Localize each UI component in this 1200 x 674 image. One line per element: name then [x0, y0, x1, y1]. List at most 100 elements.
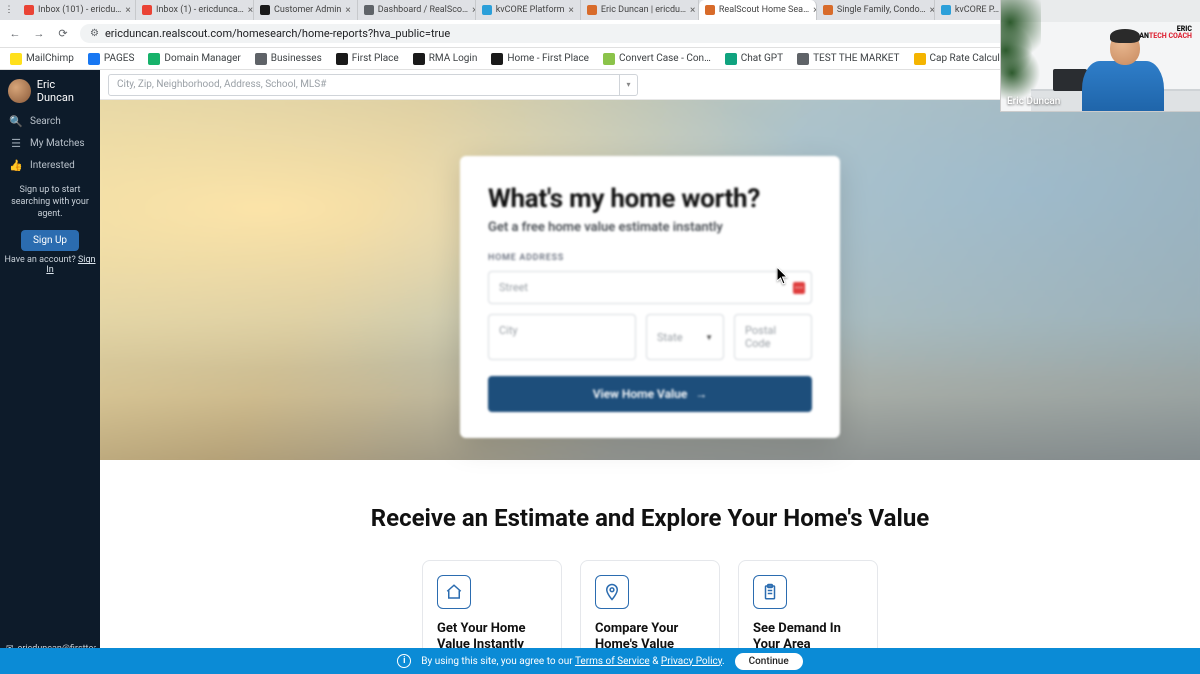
view-home-value-button[interactable]: View Home Value →	[488, 376, 812, 412]
sidebar-item-label: My Matches	[30, 138, 85, 149]
close-tab-icon[interactable]: ×	[690, 5, 695, 16]
forward-button[interactable]: →	[32, 27, 46, 40]
tab-label: Customer Admin	[274, 5, 341, 15]
tab-label: kvCORE Platform	[496, 5, 565, 15]
site-settings-icon[interactable]: ⚙	[90, 28, 99, 39]
property-search-input[interactable]: City, Zip, Neighborhood, Address, School…	[108, 74, 638, 96]
bookmark-label: PAGES	[104, 53, 135, 64]
bookmark-favicon	[336, 53, 348, 65]
postal-code-input[interactable]: Postal Code	[734, 314, 812, 360]
info-icon: i	[397, 654, 411, 668]
street-input[interactable]: Street ⋯	[488, 271, 812, 304]
sidebar-agent[interactable]: Eric Duncan	[0, 70, 100, 110]
search-placeholder: City, Zip, Neighborhood, Address, School…	[117, 79, 326, 90]
bookmark-label: First Place	[352, 53, 399, 64]
close-tab-icon[interactable]: ×	[248, 5, 253, 16]
tab-favicon	[364, 5, 374, 15]
state-placeholder: State	[657, 331, 683, 344]
thumbs-up-icon: 👍	[10, 159, 22, 171]
bookmark-item[interactable]: TEST THE MARKET	[797, 53, 899, 65]
bookmark-favicon	[914, 53, 926, 65]
browser-tab[interactable]: kvCORE Platform ×	[476, 0, 581, 20]
home-icon	[437, 575, 471, 609]
bookmark-item[interactable]: MailChimp	[10, 53, 74, 65]
bookmark-item[interactable]: Convert Case - Con…	[603, 53, 711, 65]
section-heading: Receive an Estimate and Explore Your Hom…	[140, 504, 1160, 532]
bookmark-favicon	[491, 53, 503, 65]
signup-button[interactable]: Sign Up	[21, 230, 79, 251]
features-section: Receive an Estimate and Explore Your Hom…	[100, 460, 1200, 665]
bookmark-item[interactable]: PAGES	[88, 53, 135, 65]
tab-favicon	[823, 5, 833, 15]
bookmark-favicon	[413, 53, 425, 65]
tab-label: Dashboard / RealSco…	[378, 5, 468, 15]
sidebar-item-search[interactable]: 🔍 Search	[0, 110, 100, 132]
card-title: What's my home worth?	[488, 184, 812, 214]
sidebar-item-label: Interested	[30, 160, 75, 171]
privacy-link[interactable]: Privacy Policy	[661, 656, 722, 667]
city-placeholder: City	[499, 324, 518, 337]
error-icon: ⋯	[793, 282, 805, 294]
url-text: ericduncan.realscout.com/homesearch/home…	[105, 27, 450, 40]
bookmark-favicon	[797, 53, 809, 65]
bookmark-label: Home - First Place	[507, 53, 589, 64]
browser-tab[interactable]: Dashboard / RealSco…×	[358, 0, 476, 20]
tab-label: Eric Duncan | ericdu…	[601, 5, 686, 15]
tab-favicon	[260, 5, 270, 15]
close-tab-icon[interactable]: ×	[125, 5, 130, 16]
back-button[interactable]: ←	[8, 27, 22, 40]
bookmark-item[interactable]: Domain Manager	[148, 53, 240, 65]
sidebar: Eric Duncan 🔍 Search ☰ My Matches 👍 Inte…	[0, 70, 100, 674]
tab-favicon	[24, 5, 34, 15]
bookmark-item[interactable]: Chat GPT	[725, 53, 783, 65]
zip-placeholder: Postal Code	[745, 324, 776, 350]
browser-tab[interactable]: Eric Duncan | ericdu… ×	[581, 0, 699, 20]
sidebar-item-label: Search	[30, 116, 61, 127]
presenter-name: Eric Duncan	[1007, 96, 1060, 107]
signin-row: Have an account? Sign In	[0, 255, 100, 275]
browser-tab[interactable]: Customer Admin ×	[254, 0, 358, 20]
continue-button[interactable]: Continue	[735, 653, 803, 670]
bookmark-item[interactable]: Businesses	[255, 53, 322, 65]
close-tab-icon[interactable]: ×	[345, 5, 350, 16]
bookmark-label: Chat GPT	[741, 53, 783, 64]
bookmark-label: MailChimp	[26, 53, 74, 64]
tab-menu-icon[interactable]: ⋮	[0, 0, 18, 20]
bookmark-item[interactable]: RMA Login	[413, 53, 478, 65]
browser-tab[interactable]: Single Family, Condo…×	[817, 0, 935, 20]
webcam-overlay: ERICDUNCANTECH COACH Eric Duncan	[1000, 0, 1200, 112]
bookmark-label: Convert Case - Con…	[619, 53, 711, 64]
cookie-text: By using this site, you agree to our Ter…	[421, 656, 724, 667]
bookmark-favicon	[88, 53, 100, 65]
tab-label: Inbox (1) - ericdunca…	[156, 5, 244, 15]
tab-label: RealScout Home Sea…	[719, 5, 809, 15]
bookmark-item[interactable]: First Place	[336, 53, 399, 65]
bookmark-label: RMA Login	[429, 53, 478, 64]
bookmark-favicon	[148, 53, 160, 65]
bookmark-item[interactable]: Home - First Place	[491, 53, 589, 65]
tos-link[interactable]: Terms of Service	[575, 656, 650, 667]
sidebar-item-interested[interactable]: 👍 Interested	[0, 154, 100, 176]
browser-tab[interactable]: Inbox (1) - ericdunca… ×	[136, 0, 254, 20]
main-content: City, Zip, Neighborhood, Address, School…	[100, 70, 1200, 674]
arrow-right-icon: →	[695, 387, 707, 401]
pin-icon	[595, 575, 629, 609]
clipboard-icon	[753, 575, 787, 609]
cta-label: View Home Value	[593, 387, 688, 401]
tab-label: Single Family, Condo…	[837, 5, 926, 15]
chevron-down-icon: ▼	[705, 333, 713, 342]
sidebar-item-matches[interactable]: ☰ My Matches	[0, 132, 100, 154]
bookmark-favicon	[725, 53, 737, 65]
close-tab-icon[interactable]: ×	[569, 5, 574, 16]
city-input[interactable]: City	[488, 314, 636, 360]
bookmark-favicon	[603, 53, 615, 65]
search-icon: 🔍	[10, 115, 22, 127]
sidebar-cta-text: Sign up to start searching with your age…	[6, 184, 94, 220]
state-select[interactable]: State ▼	[646, 314, 724, 360]
bookmark-label: Domain Manager	[164, 53, 240, 64]
browser-tab[interactable]: RealScout Home Sea…×	[699, 0, 817, 20]
reload-button[interactable]: ⟳	[56, 27, 70, 40]
chevron-down-icon[interactable]: ▾	[619, 75, 637, 95]
browser-tab[interactable]: Inbox (101) - ericdu…×	[18, 0, 136, 20]
address-label: HOME ADDRESS	[488, 253, 812, 263]
